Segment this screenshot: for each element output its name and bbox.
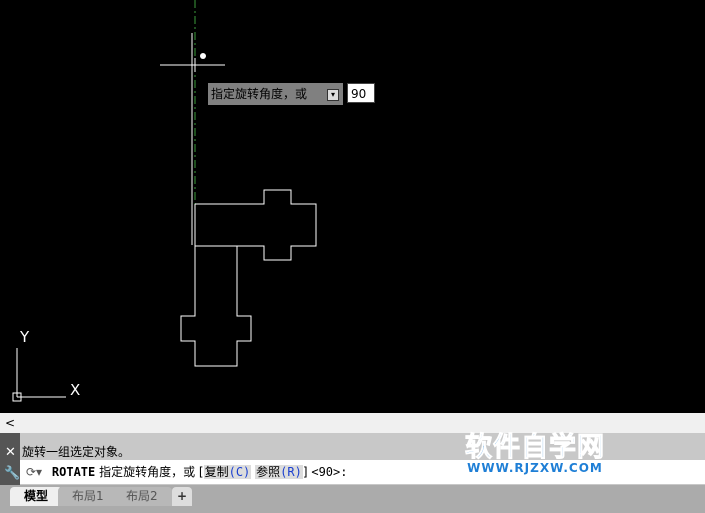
default-value: <90>: <box>311 465 348 479</box>
watermark-title: 软件自学网 <box>465 432 605 464</box>
scroll-left-icon[interactable]: < <box>0 416 15 430</box>
ucs-x-label: X <box>70 381 80 399</box>
tab-layout2[interactable]: 布局2 <box>112 487 172 506</box>
command-name: ROTATE <box>51 465 96 479</box>
tooltip-prompt: 指定旋转角度，或 <box>211 87 308 101</box>
watermark: 软件自学网 WWW.RJZXW.COM <box>465 425 605 476</box>
options-down-icon[interactable]: ▾ <box>327 89 339 101</box>
tab-layout1[interactable]: 布局1 <box>58 487 118 506</box>
option-copy-key: (C) <box>228 465 251 479</box>
command-history: 旋转一组选定对象。 <box>22 445 131 459</box>
rotate-cursor-icon <box>200 53 206 59</box>
drawing-canvas[interactable]: Y X 指定旋转角度，或 ▾ 90 <box>0 0 705 413</box>
command-window-strip[interactable]: ✕ 🔧 <box>0 433 20 485</box>
option-reference[interactable]: 参照(R) <box>255 465 303 479</box>
original-shape[interactable] <box>180 245 252 367</box>
layout-tabs: 模型 布局1 布局2 + <box>0 485 705 513</box>
option-reference-key: (R) <box>280 465 302 479</box>
add-layout-button[interactable]: + <box>172 487 193 506</box>
option-reference-label: 参照 <box>256 465 281 479</box>
rotated-shape[interactable] <box>194 189 317 261</box>
prompt-bracket: ] <box>302 465 308 479</box>
watermark-url: WWW.RJZXW.COM <box>467 461 603 475</box>
recent-commands-icon[interactable]: ⟳▾ <box>20 465 48 479</box>
dynamic-input-tooltip: 指定旋转角度，或 ▾ <box>208 83 343 105</box>
angle-input[interactable]: 90 <box>347 83 375 103</box>
drawing-svg: Y X <box>12 0 317 402</box>
ucs-y-label: Y <box>19 328 30 346</box>
command-prompt: 指定旋转角度，或 [ <box>99 465 204 479</box>
close-icon[interactable]: ✕ <box>5 445 16 460</box>
option-copy-label: 复制 <box>204 465 229 479</box>
option-copy[interactable]: 复制(C) <box>203 465 252 479</box>
wrench-icon[interactable]: 🔧 <box>4 466 20 481</box>
ucs-icon <box>12 348 66 402</box>
tab-model[interactable]: 模型 <box>10 487 63 506</box>
